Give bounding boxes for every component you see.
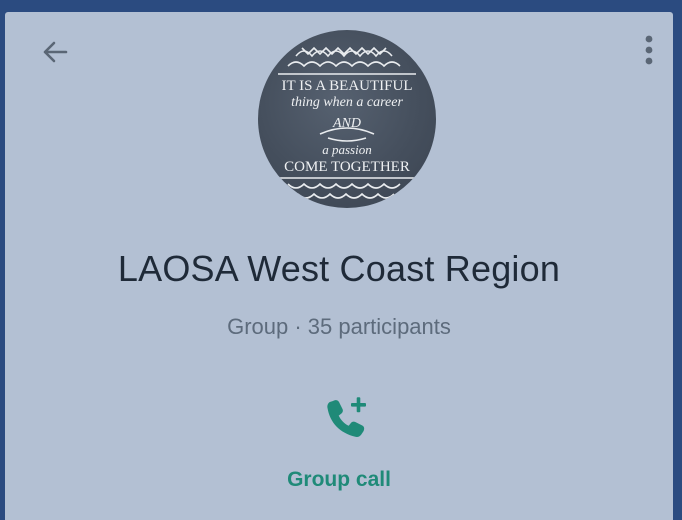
more-options-button[interactable] <box>631 30 667 70</box>
arrow-left-icon <box>43 41 68 63</box>
avatar-line-5: COME TOGETHER <box>284 159 410 175</box>
add-call-icon <box>327 397 366 437</box>
group-info-screen: IT IS A BEAUTIFUL thing when a career AN… <box>5 12 673 520</box>
group-call-label[interactable]: Group call <box>5 468 673 492</box>
avatar-line-2: thing when a career <box>291 95 403 110</box>
more-vertical-icon <box>645 35 653 65</box>
avatar-line-1: IT IS A BEAUTIFUL <box>282 78 413 94</box>
group-participants-info: Group · 35 participants <box>227 314 451 339</box>
avatar-line-4: a passion <box>322 142 371 157</box>
group-call-button[interactable] <box>322 393 370 441</box>
group-avatar[interactable]: IT IS A BEAUTIFUL thing when a career AN… <box>258 30 436 208</box>
back-button[interactable] <box>35 32 75 72</box>
group-avatar-image: IT IS A BEAUTIFUL thing when a career AN… <box>278 46 416 199</box>
avatar-line-3: AND <box>332 116 361 131</box>
group-name: LAOSA West Coast Region <box>117 248 561 289</box>
